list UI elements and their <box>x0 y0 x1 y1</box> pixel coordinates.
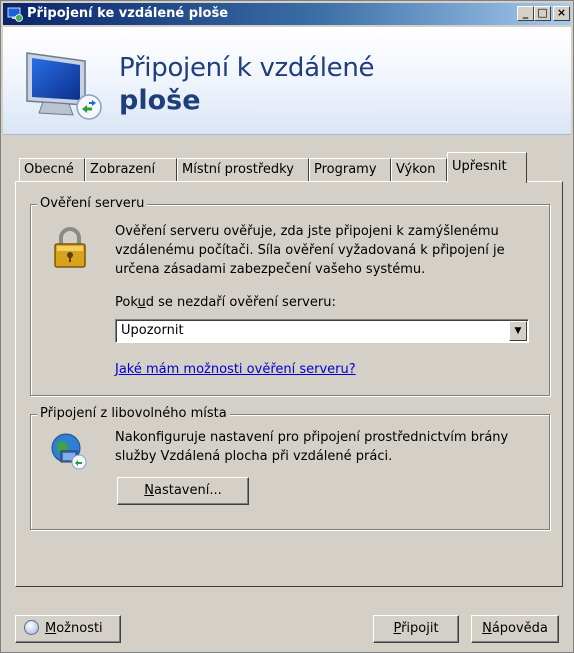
tab-advanced[interactable]: Upřesnit <box>447 152 527 183</box>
window-title: Připojení ke vzdálené ploše <box>27 6 229 21</box>
connect-from-anywhere-group: Připojení z libovolného místa Nakonfigur… <box>30 406 550 530</box>
options-button[interactable]: Možnosti <box>15 615 121 643</box>
server-auth-description-line3: určena zásadami zabezpečení vašeho systé… <box>115 262 426 277</box>
chevron-up-icon <box>24 620 39 635</box>
tab-programs[interactable]: Programy <box>309 158 391 182</box>
minimize-icon: _ <box>522 6 529 19</box>
auth-failure-selected-value: Upozornit <box>121 323 184 338</box>
banner-title-line1: Připojení k vzdálené <box>119 53 375 83</box>
settings-button[interactable]: Nastavení... <box>117 477 249 505</box>
monitor-icon <box>26 52 102 120</box>
dropdown-arrow-button[interactable]: ▼ <box>509 321 527 341</box>
close-icon: × <box>556 6 567 19</box>
tab-performance[interactable]: Výkon <box>391 158 447 182</box>
close-button[interactable]: × <box>553 6 570 21</box>
minimize-button[interactable]: _ <box>517 6 534 21</box>
server-auth-description-line1: Ověření serveru ověřuje, zda jste připoj… <box>115 224 499 239</box>
maximize-button[interactable]: □ <box>534 6 551 21</box>
globe-computer-icon <box>51 433 87 470</box>
banner-title-line2: ploše <box>119 85 201 116</box>
connect-button[interactable]: Připojit <box>373 615 459 643</box>
help-button[interactable]: Nápověda <box>471 615 559 643</box>
auth-failure-label: Pokud se nezdaří ověření serveru: <box>115 295 336 310</box>
tab-strip: Obecné Zobrazení Místní prostředky Progr… <box>19 152 559 183</box>
connect-anywhere-description-line2: služby Vzdálená plocha při vzdálené prác… <box>115 449 393 464</box>
connect-anywhere-description-line1: Nakonfiguruje nastavení pro připojení pr… <box>115 430 509 445</box>
padlock-icon <box>54 227 86 268</box>
server-authentication-group: Ověření serveru Ověření serveru ověřuje,… <box>30 196 550 396</box>
server-auth-help-link[interactable]: Jaké mám možnosti ověření serveru? <box>115 362 356 377</box>
auth-failure-select[interactable]: Upozornit ▼ <box>115 319 529 343</box>
tab-local-resources[interactable]: Místní prostředky <box>177 158 309 182</box>
tab-display[interactable]: Zobrazení <box>85 158 177 182</box>
remote-desktop-app-icon <box>7 7 23 22</box>
maximize-icon: □ <box>537 6 548 19</box>
header-banner: Připojení k vzdálené ploše <box>3 27 571 135</box>
remote-desktop-window: Připojení ke vzdálené ploše _ □ × Připoj… <box>0 0 574 653</box>
server-authentication-legend: Ověření serveru <box>37 196 148 211</box>
title-bar[interactable]: Připojení ke vzdálené ploše _ □ × <box>3 3 571 25</box>
connect-from-anywhere-legend: Připojení z libovolného místa <box>37 406 230 421</box>
chevron-down-icon: ▼ <box>514 326 522 336</box>
server-auth-description-line2: vzdálenému počítači. Síla ověření vyžado… <box>115 243 505 258</box>
advanced-tab-panel: Ověření serveru Ověření serveru ověřuje,… <box>15 181 563 587</box>
tab-general[interactable]: Obecné <box>19 158 85 182</box>
